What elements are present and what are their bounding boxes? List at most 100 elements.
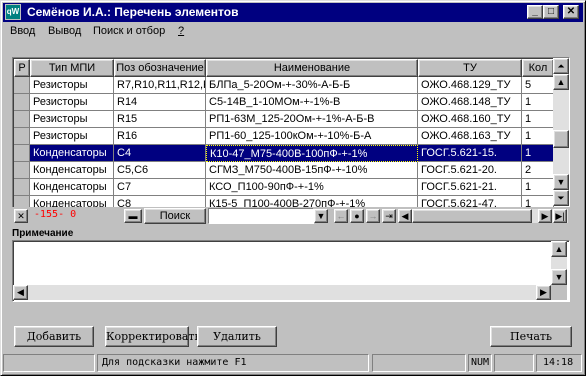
scroll-first-icon[interactable]: ⏶ <box>553 58 569 74</box>
notes-vertical-scrollbar[interactable]: ▲ ▼ <box>551 241 567 285</box>
nav-last-icon[interactable]: ⇥ <box>382 209 396 223</box>
scroll-left-icon[interactable]: ◀ <box>398 209 412 223</box>
notes-scroll-right-icon[interactable]: ▶ <box>536 285 551 300</box>
row-indicator[interactable] <box>14 94 30 111</box>
table-row[interactable]: Резисторы R14 С5-14В_1-10МОм-+-1%-В ОЖО.… <box>14 94 554 111</box>
cell-tu[interactable]: ГОСГ.5.621-21. <box>418 179 522 196</box>
cell-position[interactable]: C7 <box>114 179 206 196</box>
cell-position[interactable]: R16 <box>114 128 206 145</box>
cell-type[interactable]: Конденсаторы <box>30 162 114 179</box>
scroll-up-icon[interactable]: ▲ <box>553 74 569 90</box>
cell-name[interactable]: КСО_П100-90пФ-+-1% <box>206 179 418 196</box>
cell-name[interactable]: РП1-60_125-100кОм-+-10%-Б-А <box>206 128 418 145</box>
menu-output[interactable]: Вывод <box>48 25 81 37</box>
status-blank-2 <box>494 354 534 372</box>
cell-position[interactable]: C4 <box>114 145 206 162</box>
cell-qty[interactable]: 1 <box>522 145 554 162</box>
notes-horizontal-scrollbar[interactable]: ◀ ▶ <box>13 285 551 300</box>
notes-scroll-up-icon[interactable]: ▲ <box>551 241 567 257</box>
notes-label: Примечание <box>12 228 74 239</box>
cell-tu[interactable]: ОЖО.468.148_ТУ <box>418 94 522 111</box>
column-header-position[interactable]: Поз обозначение <box>114 59 206 77</box>
nav-current-icon[interactable]: ● <box>350 209 364 223</box>
cell-name[interactable]: БЛПа_5-20Ом-+-30%-А-Б-Б <box>206 77 418 94</box>
cell-qty[interactable]: 1 <box>522 128 554 145</box>
cell-tu[interactable]: ОЖО.468.163_ТУ <box>418 128 522 145</box>
cell-qty[interactable]: 5 <box>522 77 554 94</box>
app-icon[interactable]: qW <box>5 4 21 20</box>
clear-filter-icon[interactable]: ✕ <box>14 209 28 223</box>
scroll-end-icon[interactable]: ▶| <box>553 209 567 223</box>
window-title: Семёнов И.А.: Перечень элементов <box>27 5 239 19</box>
cell-type[interactable]: Конденсаторы <box>30 145 114 162</box>
cell-qty[interactable]: 1 <box>522 94 554 111</box>
row-indicator[interactable] <box>14 145 30 162</box>
cell-position[interactable]: R15 <box>114 111 206 128</box>
notes-scroll-down-icon[interactable]: ▼ <box>551 269 567 285</box>
cell-qty[interactable]: 1 <box>522 179 554 196</box>
cell-tu[interactable]: ГОСГ.5.621-20. <box>418 162 522 179</box>
table-row[interactable]: Конденсаторы C5,C6 СГМЗ_М750-400В-15пФ-+… <box>14 162 554 179</box>
search-button[interactable]: Поиск <box>144 208 206 224</box>
scroll-last-icon[interactable]: ⏷ <box>553 190 569 206</box>
cell-type[interactable]: Конденсаторы <box>30 179 114 196</box>
row-indicator[interactable] <box>14 77 30 94</box>
table-row[interactable]: Резисторы R16 РП1-60_125-100кОм-+-10%-Б-… <box>14 128 554 145</box>
row-indicator[interactable] <box>14 179 30 196</box>
maximize-button[interactable]: □ <box>543 5 559 19</box>
menu-help[interactable]: ? <box>178 25 184 37</box>
column-header-r[interactable]: Р <box>14 59 30 77</box>
table-row[interactable]: Конденсаторы C7 КСО_П100-90пФ-+-1% ГОСГ.… <box>14 179 554 196</box>
hscroll-thumb[interactable] <box>412 209 532 223</box>
status-panel-empty <box>3 354 95 372</box>
cell-position[interactable]: C5,C6 <box>114 162 206 179</box>
cell-name[interactable]: С5-14В_1-10МОм-+-1%-В <box>206 94 418 111</box>
grid-vertical-scrollbar[interactable]: ⏶ ▲ ▼ ⏷ <box>553 58 569 206</box>
scroll-right-icon[interactable]: ▶ <box>538 209 552 223</box>
column-header-name[interactable]: Наименование <box>206 59 418 77</box>
close-button[interactable]: ✕ <box>563 5 579 19</box>
column-header-type[interactable]: Тип МПИ <box>30 59 114 77</box>
cell-position[interactable]: R7,R10,R11,R12,R <box>114 77 206 94</box>
cell-type[interactable]: Резисторы <box>30 111 114 128</box>
cell-name[interactable]: РП1-63М_125-20Ом-+-1%-А-Б-В <box>206 111 418 128</box>
column-header-qty[interactable]: Кол <box>522 59 554 77</box>
add-button[interactable]: Добавить <box>14 326 94 347</box>
print-button[interactable]: Печать <box>490 326 572 347</box>
cell-type[interactable]: Резисторы <box>30 128 114 145</box>
cell-position[interactable]: R14 <box>114 94 206 111</box>
cell-type[interactable]: Резисторы <box>30 94 114 111</box>
minimize-button[interactable]: _ <box>527 5 543 19</box>
row-indicator[interactable] <box>14 111 30 128</box>
scroll-thumb[interactable] <box>553 130 569 148</box>
search-options-button[interactable]: ▬ <box>124 209 142 223</box>
elements-grid[interactable]: Р Тип МПИ Поз обозначение Наименование Т… <box>12 57 570 209</box>
row-indicator[interactable] <box>14 128 30 145</box>
row-indicator[interactable] <box>14 162 30 179</box>
table-row-selected[interactable]: Конденсаторы C4 К10-47_М75-400В-100пФ-+-… <box>14 145 554 162</box>
cell-tu[interactable]: ОЖО.468.129_ТУ <box>418 77 522 94</box>
nav-next-icon[interactable]: → <box>366 209 380 223</box>
table-row[interactable]: Резисторы R15 РП1-63М_125-20Ом-+-1%-А-Б-… <box>14 111 554 128</box>
cell-tu[interactable]: ГОСГ.5.621-15. <box>418 145 522 162</box>
table-row[interactable]: Резисторы R7,R10,R11,R12,R БЛПа_5-20Ом-+… <box>14 77 554 94</box>
cell-name[interactable]: СГМЗ_М750-400В-15пФ-+-10% <box>206 162 418 179</box>
cell-type[interactable]: Резисторы <box>30 77 114 94</box>
notes-textarea[interactable]: ▲ ▼ ◀ ▶ <box>12 240 570 302</box>
column-header-tu[interactable]: ТУ <box>418 59 522 77</box>
scroll-down-icon[interactable]: ▼ <box>553 174 569 190</box>
nav-prev-icon[interactable]: ← <box>334 209 348 223</box>
edit-button[interactable]: Корректировать <box>105 326 201 347</box>
cell-name[interactable]: К10-47_М75-400В-100пФ-+-1% <box>206 145 418 162</box>
cell-qty[interactable]: 2 <box>522 162 554 179</box>
grid-horizontal-scrollbar[interactable]: ◀ ▶ ▶| <box>398 209 568 223</box>
cell-qty[interactable]: 1 <box>522 111 554 128</box>
search-dropdown-icon[interactable]: ▼ <box>314 209 328 223</box>
delete-button[interactable]: Удалить <box>197 326 277 347</box>
title-bar[interactable]: qW Семёнов И.А.: Перечень элементов _ □ … <box>3 3 583 22</box>
search-input[interactable] <box>208 208 314 224</box>
menu-search[interactable]: Поиск и отбор <box>93 25 165 37</box>
cell-tu[interactable]: ОЖО.468.160_ТУ <box>418 111 522 128</box>
notes-scroll-left-icon[interactable]: ◀ <box>13 285 28 300</box>
menu-input[interactable]: Ввод <box>10 25 35 37</box>
